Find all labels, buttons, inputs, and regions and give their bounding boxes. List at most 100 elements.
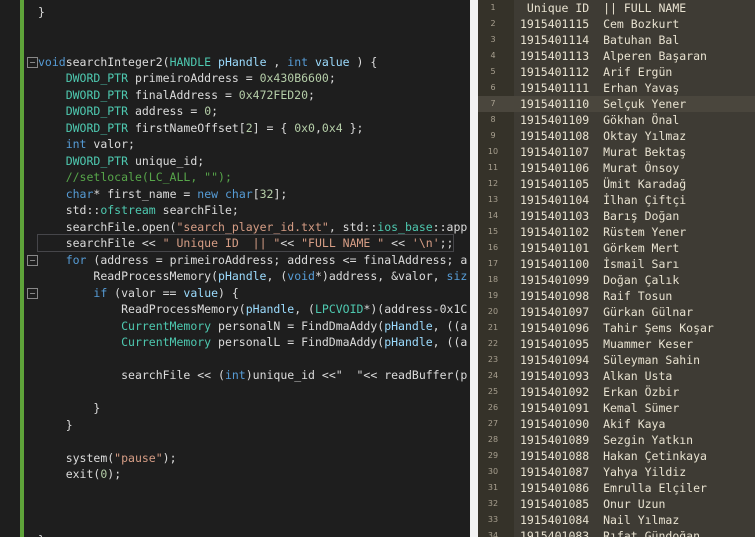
code-line[interactable]: searchFile.open("search_player_id.txt", …	[38, 219, 468, 235]
row-text: 1915401092 Erkan Özbir	[520, 385, 680, 399]
list-item[interactable]: 20 1915401097 Gürkan Gülnar	[478, 304, 755, 320]
code-token: pHandle	[384, 318, 433, 333]
code-token: ] = {	[252, 120, 295, 135]
list-item[interactable]: 7 1915401110 Selçuk Yener	[478, 96, 755, 112]
row-text: 1915401097 Gürkan Gülnar	[520, 305, 694, 319]
list-item[interactable]: 6 1915401111 Erhan Yavaş	[478, 80, 755, 96]
text-viewer-pane[interactable]: 1 Unique ID || FULL NAME 2 1915401115 Cem…	[478, 0, 755, 537]
list-item[interactable]: 31 1915401086 Emrulla Elçiler	[478, 480, 755, 496]
list-item[interactable]: 3 1915401114 Batuhan Bal	[478, 32, 755, 48]
code-line[interactable]: for (address = primeiroAddress; address …	[38, 252, 468, 268]
list-item[interactable]: 8 1915401109 Gökhan Önal	[478, 112, 755, 128]
code-token: DWORD_PTR	[65, 104, 129, 118]
code-line[interactable]: int valor;	[38, 136, 135, 152]
code-line[interactable]: ReadProcessMemory(pHandle, (void*)addres…	[38, 268, 467, 284]
list-item[interactable]: 16 1915401101 Görkem Mert	[478, 240, 755, 256]
code-token: int	[224, 368, 246, 382]
list-item[interactable]: 32 1915401085 Onur Uzun	[478, 496, 755, 512]
code-token: siz	[446, 269, 468, 283]
line-number: 16	[487, 243, 499, 252]
code-line[interactable]: }	[38, 4, 45, 20]
code-token: , ((a	[432, 335, 468, 349]
code-token: pHandle	[245, 302, 295, 316]
code-line[interactable]: CurrentMemory personalN = FindDmaAddy(pH…	[38, 318, 467, 334]
code-token: int	[287, 54, 309, 69]
list-item[interactable]: 34 1915401083 Rıfat Gündoğan	[478, 528, 755, 537]
code-line[interactable]: char* first_name = new char[32];	[38, 186, 288, 202]
code-token: CurrentMemory	[121, 335, 212, 349]
code-line[interactable]: DWORD_PTR unique_id;	[38, 153, 204, 169]
code-line[interactable]: ReadProcessMemory(pHandle, (LPCVOID*)(ad…	[38, 301, 467, 317]
line-number: 15	[487, 227, 499, 236]
code-line[interactable]: searchFile << " Unique ID || "<< "FULL N…	[36, 234, 455, 252]
list-item[interactable]: 23 1915401094 Süleyman Sahin	[478, 352, 755, 368]
code-line[interactable]: }	[38, 400, 100, 416]
line-number: 14	[487, 211, 499, 220]
code-line[interactable]: if (valor == value) {	[38, 285, 238, 301]
code-line[interactable]: searchFile << (int)unique_id <<" "<< rea…	[38, 367, 467, 383]
list-item[interactable]: 19 1915401098 Raif Tosun	[478, 288, 755, 304]
code-line[interactable]: DWORD_PTR firstNameOffset[2] = { 0x0,0x4…	[38, 120, 364, 136]
list-item[interactable]: 29 1915401088 Hakan Çetinkaya	[478, 448, 755, 464]
code-line[interactable]: }	[38, 532, 45, 537]
list-item[interactable]: 30 1915401087 Yahya Yildiz	[478, 464, 755, 480]
line-number: 22	[487, 339, 499, 348]
list-item[interactable]: 5 1915401112 Arif Ergün	[478, 64, 755, 80]
list-item[interactable]: 11 1915401106 Murat Önsoy	[478, 160, 755, 176]
code-line[interactable]: DWORD_PTR address = 0;	[38, 103, 218, 119]
code-token: }	[65, 417, 73, 432]
code-token: '\n'	[411, 236, 440, 250]
code-line[interactable]: }	[38, 417, 73, 433]
pane-separator[interactable]	[470, 0, 478, 537]
code-token: [	[252, 186, 260, 201]
list-item[interactable]: 28 1915401089 Sezgin Yatkın	[478, 432, 755, 448]
code-token: exit(	[65, 467, 101, 481]
code-line[interactable]: DWORD_PTR primeiroAddress = 0x430B6600;	[38, 70, 336, 86]
row-text: 1915401094 Süleyman Sahin	[520, 353, 701, 367]
list-item[interactable]: 15 1915401102 Rüstem Yener	[478, 224, 755, 240]
list-item[interactable]: 22 1915401095 Muammer Keser	[478, 336, 755, 352]
code-line[interactable]: exit(0);	[38, 466, 121, 482]
code-token: );	[107, 467, 122, 481]
list-item[interactable]: 9 1915401108 Oktay Yılmaz	[478, 128, 755, 144]
code-editor-pane[interactable]: } voidsearchInteger2(HANDLE pHandle , int…	[0, 0, 470, 537]
code-line[interactable]: CurrentMemory personalL = FindDmaAddy(pH…	[38, 334, 467, 350]
list-item[interactable]: 13 1915401104 İlhan Çiftçi	[478, 192, 755, 208]
list-item[interactable]: 14 1915401103 Barış Doğan	[478, 208, 755, 224]
row-text: 1915401085 Onur Uzun	[520, 497, 666, 511]
code-line[interactable]: DWORD_PTR finalAddress = 0x472FED20;	[38, 87, 315, 103]
line-number: 26	[487, 403, 499, 412]
list-item[interactable]: 18 1915401099 Doğan Çalık	[478, 272, 755, 288]
code-line[interactable]: //setlocale(LC_ALL, "");	[38, 169, 232, 185]
line-number: 6	[490, 83, 496, 92]
list-item[interactable]: 4 1915401113 Alperen Başaran	[478, 48, 755, 64]
list-item[interactable]: 2 1915401115 Cem Bozkurt	[478, 16, 755, 32]
line-number: 18	[487, 275, 499, 284]
list-item[interactable]: 12 1915401105 Ümit Karadağ	[478, 176, 755, 192]
list-item[interactable]: 21 1915401096 Tahir Şems Koşar	[478, 320, 755, 336]
code-token: pHandle	[211, 54, 267, 69]
code-token: 32	[259, 186, 274, 201]
list-item[interactable]: 10 1915401107 Murat Bektaş	[478, 144, 755, 160]
list-item[interactable]: 27 1915401090 Akif Kaya	[478, 416, 755, 432]
line-number: 25	[487, 387, 499, 396]
list-item[interactable]: 25 1915401092 Erkan Özbir	[478, 384, 755, 400]
collapse-icon[interactable]: −	[27, 287, 38, 299]
list-item[interactable]: 26 1915401091 Kemal Sümer	[478, 400, 755, 416]
code-line[interactable]: system("pause");	[38, 450, 177, 466]
code-line[interactable]: std::ofstream searchFile;	[38, 202, 239, 218]
code-token: , std::	[328, 219, 378, 234]
list-item[interactable]: 17 1915401100 İsmail Sarı	[478, 256, 755, 272]
line-number: 10	[487, 147, 499, 156]
code-line[interactable]: voidsearchInteger2(HANDLE pHandle , int …	[38, 54, 377, 70]
code-token: pHandle	[384, 335, 433, 349]
line-number: 30	[487, 467, 499, 476]
collapse-icon[interactable]: −	[27, 56, 38, 68]
list-item[interactable]: 24 1915401093 Alkan Usta	[478, 368, 755, 384]
collapse-icon[interactable]: −	[27, 254, 38, 266]
list-item[interactable]: 33 1915401084 Nail Yılmaz	[478, 512, 755, 528]
